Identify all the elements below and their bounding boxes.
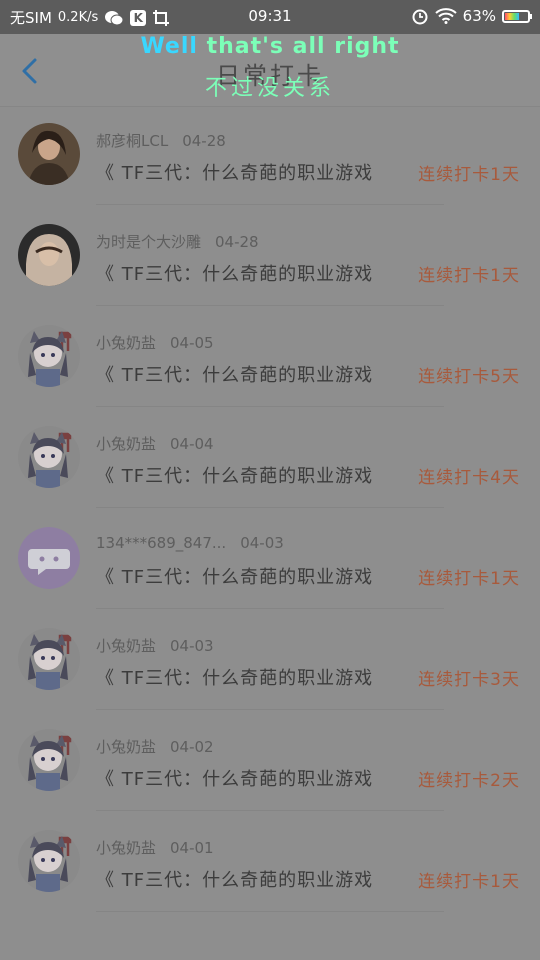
streak-label: 连续打卡1天	[418, 569, 520, 589]
checkin-date: 04-02	[170, 738, 214, 756]
avatar[interactable]	[18, 830, 80, 892]
user-name: 134***689_847...	[96, 534, 227, 552]
alarm-icon	[411, 7, 429, 25]
overlay-phrase: that's all right	[206, 34, 400, 59]
user-name: 小兔奶盐	[96, 839, 157, 857]
checkin-date: 04-05	[170, 334, 214, 352]
checkin-message: 《 TF三代：什么奇葩的职业游戏	[96, 163, 374, 184]
checkin-message: 《 TF三代：什么奇葩的职业游戏	[96, 668, 374, 689]
list-item[interactable]: 小兔奶盐 04-02 《 TF三代：什么奇葩的职业游戏 连续打卡2天	[0, 710, 540, 811]
list-item[interactable]: 小兔奶盐 04-01 《 TF三代：什么奇葩的职业游戏 连续打卡1天	[0, 811, 540, 912]
user-name: 小兔奶盐	[96, 435, 157, 453]
checkin-message: 《 TF三代：什么奇葩的职业游戏	[96, 365, 374, 386]
streak-label: 连续打卡1天	[418, 266, 520, 286]
avatar[interactable]	[18, 729, 80, 791]
avatar[interactable]	[18, 224, 80, 286]
name-line: 小兔奶盐 04-05	[96, 332, 214, 353]
name-line: 小兔奶盐 04-02	[96, 736, 214, 757]
checkin-date: 04-03	[240, 534, 284, 552]
status-bar: 无SIM 0.2K/s K 09:31 63%	[0, 0, 540, 34]
list-item[interactable]: 小兔奶盐 04-05 《 TF三代：什么奇葩的职业游戏 连续打卡5天	[0, 306, 540, 407]
name-line: 郝彦桐LCL 04-28	[96, 130, 226, 151]
checkin-message: 《 TF三代：什么奇葩的职业游戏	[96, 567, 374, 588]
name-line: 为时是个大沙雕 04-28	[96, 231, 259, 252]
overlay-caption-english: Well that's all right	[0, 34, 540, 59]
streak-label: 连续打卡1天	[418, 165, 520, 185]
avatar[interactable]	[18, 426, 80, 488]
checkin-date: 04-03	[170, 637, 214, 655]
list-item[interactable]: 为时是个大沙雕 04-28 《 TF三代：什么奇葩的职业游戏 连续打卡1天	[0, 205, 540, 306]
list-item[interactable]: 小兔奶盐 04-03 《 TF三代：什么奇葩的职业游戏 连续打卡3天	[0, 609, 540, 710]
checkin-message: 《 TF三代：什么奇葩的职业游戏	[96, 466, 374, 487]
user-name: 小兔奶盐	[96, 334, 157, 352]
streak-label: 连续打卡5天	[418, 367, 520, 387]
user-name: 小兔奶盐	[96, 738, 157, 756]
streak-label: 连续打卡3天	[418, 670, 520, 690]
list-item[interactable]: 134***689_847... 04-03 《 TF三代：什么奇葩的职业游戏 连续打…	[0, 508, 540, 609]
avatar[interactable]	[18, 628, 80, 690]
streak-label: 连续打卡2天	[418, 771, 520, 791]
overlay-word-well: Well	[140, 34, 198, 59]
name-line: 小兔奶盐 04-03	[96, 635, 214, 656]
status-right: 63%	[411, 7, 532, 25]
checkin-date: 04-28	[215, 233, 259, 251]
avatar[interactable]	[18, 527, 80, 589]
battery-percent: 63%	[462, 7, 496, 25]
user-name: 为时是个大沙雕	[96, 233, 202, 251]
user-name: 小兔奶盐	[96, 637, 157, 655]
checkin-date: 04-01	[170, 839, 214, 857]
name-line: 134***689_847... 04-03	[96, 534, 284, 552]
checkin-list: 郝彦桐LCL 04-28 《 TF三代：什么奇葩的职业游戏 连续打卡1天 为时是个大沙雕…	[0, 104, 540, 912]
overlay-caption-chinese: 不过没关系	[204, 76, 335, 101]
list-item[interactable]: 郝彦桐LCL 04-28 《 TF三代：什么奇葩的职业游戏 连续打卡1天	[0, 104, 540, 205]
divider	[96, 911, 444, 912]
avatar[interactable]	[18, 123, 80, 185]
checkin-message: 《 TF三代：什么奇葩的职业游戏	[96, 264, 374, 285]
wifi-icon	[434, 8, 457, 24]
checkin-message: 《 TF三代：什么奇葩的职业游戏	[96, 870, 374, 891]
streak-label: 连续打卡4天	[418, 468, 520, 488]
streak-label: 连续打卡1天	[418, 872, 520, 892]
name-line: 小兔奶盐 04-04	[96, 433, 214, 454]
user-name: 郝彦桐LCL	[96, 132, 169, 150]
battery-icon	[502, 9, 532, 23]
list-item[interactable]: 小兔奶盐 04-04 《 TF三代：什么奇葩的职业游戏 连续打卡4天	[0, 407, 540, 508]
checkin-date: 04-28	[182, 132, 226, 150]
header: 日常打卡 Well that's all right 不过没关系	[0, 34, 540, 106]
checkin-date: 04-04	[170, 435, 214, 453]
checkin-message: 《 TF三代：什么奇葩的职业游戏	[96, 769, 374, 790]
name-line: 小兔奶盐 04-01	[96, 837, 214, 858]
avatar[interactable]	[18, 325, 80, 387]
